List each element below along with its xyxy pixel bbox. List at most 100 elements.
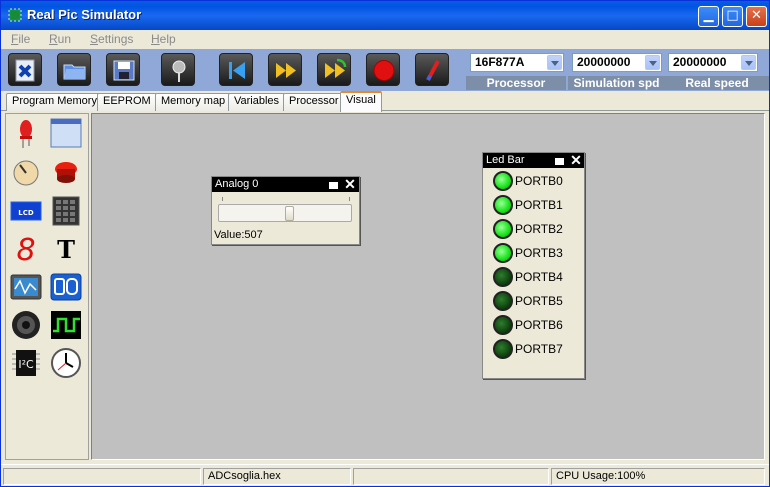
text-icon[interactable]: T (50, 232, 82, 264)
analog-panel-title-bar[interactable]: Analog 0 ✕ (212, 177, 359, 192)
tab-visual[interactable]: Visual (340, 91, 382, 112)
led-label: PORTB4 (515, 270, 563, 284)
stop-icon (373, 60, 395, 81)
step-button[interactable] (317, 53, 351, 86)
simulation-speed-select[interactable]: 20000000 (572, 53, 662, 72)
close-icon[interactable]: ✕ (569, 153, 583, 168)
tab-variables[interactable]: Variables (228, 93, 286, 111)
switch-icon[interactable] (50, 271, 82, 303)
analog-slider-thumb[interactable] (285, 206, 294, 221)
simulation-speed-value: 20000000 (577, 55, 631, 69)
status-file: ADCsoglia.hex (203, 468, 351, 485)
analog-panel: Analog 0 ✕ Value:507 (211, 176, 360, 245)
clock-icon[interactable] (50, 347, 82, 379)
status-cell-empty (3, 468, 201, 485)
title-bar[interactable]: Real Pic Simulator ▁ □ ✕ (1, 1, 769, 30)
window-icon[interactable] (50, 117, 82, 149)
led-label: PORTB5 (515, 294, 563, 308)
led-indicator-icon (493, 243, 513, 263)
tab-strip: Program Memory EEPROM Memory map Variabl… (1, 91, 769, 112)
menu-help[interactable]: Help (151, 32, 176, 46)
real-speed-value: 20000000 (673, 55, 727, 69)
close-file-icon (15, 59, 35, 82)
i2c-text: I²C (18, 358, 34, 371)
minimize-icon[interactable] (329, 182, 338, 189)
component-palette: LCD 8 T I²C (5, 113, 89, 460)
real-speed-label: Real speed (665, 76, 769, 90)
rewind-button[interactable] (219, 53, 253, 86)
oscilloscope-icon[interactable] (10, 271, 42, 303)
maximize-button[interactable]: □ (722, 6, 743, 27)
potentiometer-icon[interactable] (10, 157, 42, 189)
open-button[interactable] (57, 53, 91, 86)
chevron-down-icon[interactable] (645, 55, 660, 70)
simulation-speed-label: Simulation spd (568, 76, 665, 90)
minimize-button[interactable]: ▁ (698, 6, 719, 27)
maximize-icon: □ (726, 8, 739, 23)
led-label: PORTB2 (515, 222, 563, 236)
info-button[interactable] (415, 53, 449, 86)
close-file-button[interactable] (8, 53, 42, 86)
menu-run[interactable]: Run (49, 32, 71, 46)
fast-forward-button[interactable] (268, 53, 302, 86)
processor-label: Processor (466, 76, 566, 90)
window-title: Real Pic Simulator (27, 7, 142, 22)
tab-eeprom[interactable]: EEPROM (97, 93, 157, 111)
seven-segment-text: 8 (16, 233, 35, 264)
analog-value: Value:507 (214, 229, 263, 241)
chevron-down-icon[interactable] (547, 55, 562, 70)
push-button-icon[interactable] (50, 157, 82, 189)
processor-select[interactable]: 16F877A (470, 53, 564, 72)
led-indicator-icon (493, 219, 513, 239)
analog-tick-marks (222, 197, 350, 201)
keypad-icon[interactable] (50, 195, 82, 227)
tab-program-memory[interactable]: Program Memory (6, 93, 103, 111)
close-icon: ✕ (751, 8, 762, 23)
led-bar-title-bar[interactable]: Led Bar ✕ (483, 153, 584, 168)
menu-settings[interactable]: Settings (90, 32, 133, 46)
led-indicator-icon (493, 267, 513, 287)
save-disk-icon (113, 60, 135, 81)
analog-slider[interactable] (218, 204, 352, 222)
menu-file[interactable]: File (11, 32, 30, 46)
led-label: PORTB7 (515, 342, 563, 356)
close-icon[interactable]: ✕ (343, 177, 357, 192)
stop-button[interactable] (366, 53, 400, 86)
status-cpu-usage: CPU Usage:100% (551, 468, 765, 485)
tab-processor[interactable]: Processor (283, 93, 345, 111)
real-speed-select[interactable]: 20000000 (668, 53, 758, 72)
lcd-text: LCD (18, 209, 34, 217)
save-button[interactable] (106, 53, 140, 86)
status-cell-empty (353, 468, 549, 485)
visual-canvas[interactable]: Analog 0 ✕ Value:507 Led Bar ✕ PORTB0 POR… (91, 113, 765, 460)
fast-forward-icon (276, 63, 296, 78)
led-icon[interactable] (10, 117, 42, 149)
speaker-icon[interactable] (10, 309, 42, 341)
tab-memory-map[interactable]: Memory map (155, 93, 232, 111)
probe-button[interactable] (161, 53, 195, 86)
info-icon (426, 60, 440, 81)
probe-icon (172, 60, 186, 82)
led-bar-title: Led Bar (486, 154, 525, 166)
close-button[interactable]: ✕ (746, 6, 767, 27)
minimize-icon[interactable] (555, 158, 564, 165)
app-window: Real Pic Simulator ▁ □ ✕ File Run Settin… (0, 0, 770, 487)
minimize-icon: ▁ (703, 8, 714, 23)
lcd-icon[interactable]: LCD (10, 195, 42, 227)
led-indicator-icon (493, 315, 513, 335)
processor-value: 16F877A (475, 55, 525, 69)
led-indicator-icon (493, 291, 513, 311)
chevron-down-icon[interactable] (741, 55, 756, 70)
text-glyph: T (57, 235, 75, 264)
i2c-icon[interactable]: I²C (10, 347, 42, 379)
led-label: PORTB1 (515, 198, 563, 212)
signal-generator-icon[interactable] (50, 309, 82, 341)
led-indicator-icon (493, 195, 513, 215)
open-folder-icon (63, 64, 86, 80)
status-bar: ADCsoglia.hex CPU Usage:100% (1, 464, 769, 486)
led-label: PORTB0 (515, 174, 563, 188)
seven-segment-icon[interactable]: 8 (10, 232, 42, 264)
led-label: PORTB6 (515, 318, 563, 332)
step-icon (325, 58, 347, 78)
chip-app-icon (8, 8, 22, 22)
